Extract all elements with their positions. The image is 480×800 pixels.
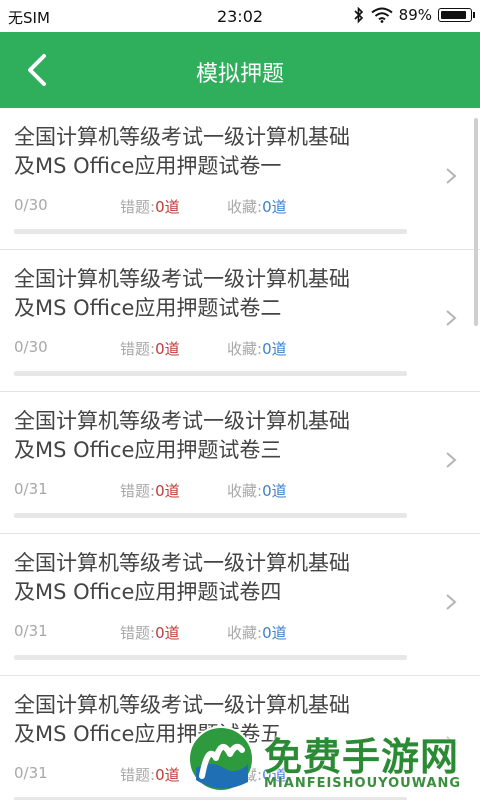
chevron-right-icon: [446, 310, 457, 326]
favorite-value: 0道: [262, 340, 287, 358]
wrong-label: 错题:: [120, 340, 156, 358]
favorite-label: 收藏:: [227, 482, 263, 500]
wrong-count: 错题:0道: [120, 480, 180, 501]
favorite-count: 收藏:0道: [227, 480, 287, 501]
wrong-label: 错题:: [120, 624, 156, 642]
exam-title-line1: 全国计算机等级考试一级计算机基础: [14, 267, 350, 291]
exam-item[interactable]: 全国计算机等级考试一级计算机基础 及MS Office应用押题试卷三 0/31 …: [0, 392, 480, 534]
exam-item[interactable]: 全国计算机等级考试一级计算机基础 及MS Office应用押题试卷一 0/30 …: [0, 108, 480, 250]
favorite-count: 收藏:0道: [227, 338, 287, 359]
watermark-text: 免费手游网: [264, 734, 460, 779]
site-logo-icon: [188, 726, 254, 792]
exam-title-line2: 及MS Office应用押题试卷三: [14, 438, 282, 462]
exam-title-line2: 及MS Office应用押题试卷一: [14, 154, 282, 178]
favorite-label: 收藏:: [227, 198, 263, 216]
wrong-label: 错题:: [120, 198, 156, 216]
favorite-count: 收藏:0道: [227, 196, 287, 217]
progress-bar: [14, 655, 407, 660]
watermark-subtext: MIANFEISHOUYOUWANG: [264, 776, 462, 791]
exam-item[interactable]: 全国计算机等级考试一级计算机基础 及MS Office应用押题试卷四 0/31 …: [0, 534, 480, 676]
wrong-count: 错题:0道: [120, 338, 180, 359]
exam-title: 全国计算机等级考试一级计算机基础 及MS Office应用押题试卷三: [14, 407, 414, 465]
status-icons: 89%: [353, 6, 475, 24]
wrong-count: 错题:0道: [120, 196, 180, 217]
wrong-count: 错题:0道: [120, 764, 180, 785]
progress-bar: [14, 371, 407, 376]
wrong-value: 0道: [155, 766, 180, 784]
progress-bar: [14, 513, 407, 518]
chevron-right-icon: [446, 594, 457, 610]
progress-bar: [14, 229, 407, 234]
wrong-label: 错题:: [120, 482, 156, 500]
battery-icon: [438, 8, 475, 22]
exam-title: 全国计算机等级考试一级计算机基础 及MS Office应用押题试卷二: [14, 265, 414, 323]
favorite-count: 收藏:0道: [227, 622, 287, 643]
exam-title: 全国计算机等级考试一级计算机基础 及MS Office应用押题试卷四: [14, 549, 414, 607]
favorite-value: 0道: [262, 624, 287, 642]
exam-title-line2: 及MS Office应用押题试卷四: [14, 580, 282, 604]
chevron-right-icon: [446, 452, 457, 468]
favorite-value: 0道: [262, 482, 287, 500]
wrong-value: 0道: [155, 198, 180, 216]
exam-title: 全国计算机等级考试一级计算机基础 及MS Office应用押题试卷一: [14, 123, 414, 181]
progress-count: 0/31: [14, 764, 48, 782]
progress-count: 0/31: [14, 480, 48, 498]
exam-title-line1: 全国计算机等级考试一级计算机基础: [14, 551, 350, 575]
wifi-icon: [371, 7, 393, 23]
chevron-right-icon: [446, 168, 457, 184]
scrollbar[interactable]: [474, 118, 478, 326]
progress-count: 0/30: [14, 338, 48, 356]
favorite-label: 收藏:: [227, 624, 263, 642]
exam-title-line2: 及MS Office应用押题试卷二: [14, 296, 282, 320]
progress-count: 0/31: [14, 622, 48, 640]
watermark: 免费手游网 MIANFEISHOUYOUWANG: [180, 718, 480, 800]
status-bar: 无SIM 23:02 89%: [0, 0, 480, 32]
exam-title-line1: 全国计算机等级考试一级计算机基础: [14, 125, 350, 149]
wrong-value: 0道: [155, 340, 180, 358]
wrong-value: 0道: [155, 482, 180, 500]
favorite-value: 0道: [262, 198, 287, 216]
progress-count: 0/30: [14, 196, 48, 214]
bluetooth-icon: [354, 6, 363, 24]
wrong-count: 错题:0道: [120, 622, 180, 643]
wrong-value: 0道: [155, 624, 180, 642]
page-title: 模拟押题: [195, 62, 284, 87]
exam-item[interactable]: 全国计算机等级考试一级计算机基础 及MS Office应用押题试卷二 0/30 …: [0, 250, 480, 392]
battery-percent: 89%: [398, 6, 432, 24]
wrong-label: 错题:: [120, 766, 156, 784]
exam-list: 全国计算机等级考试一级计算机基础 及MS Office应用押题试卷一 0/30 …: [0, 108, 480, 800]
exam-title-line1: 全国计算机等级考试一级计算机基础: [14, 693, 350, 717]
exam-title-line1: 全国计算机等级考试一级计算机基础: [14, 409, 350, 433]
favorite-label: 收藏:: [227, 340, 263, 358]
nav-bar: 模拟押题: [0, 32, 480, 108]
